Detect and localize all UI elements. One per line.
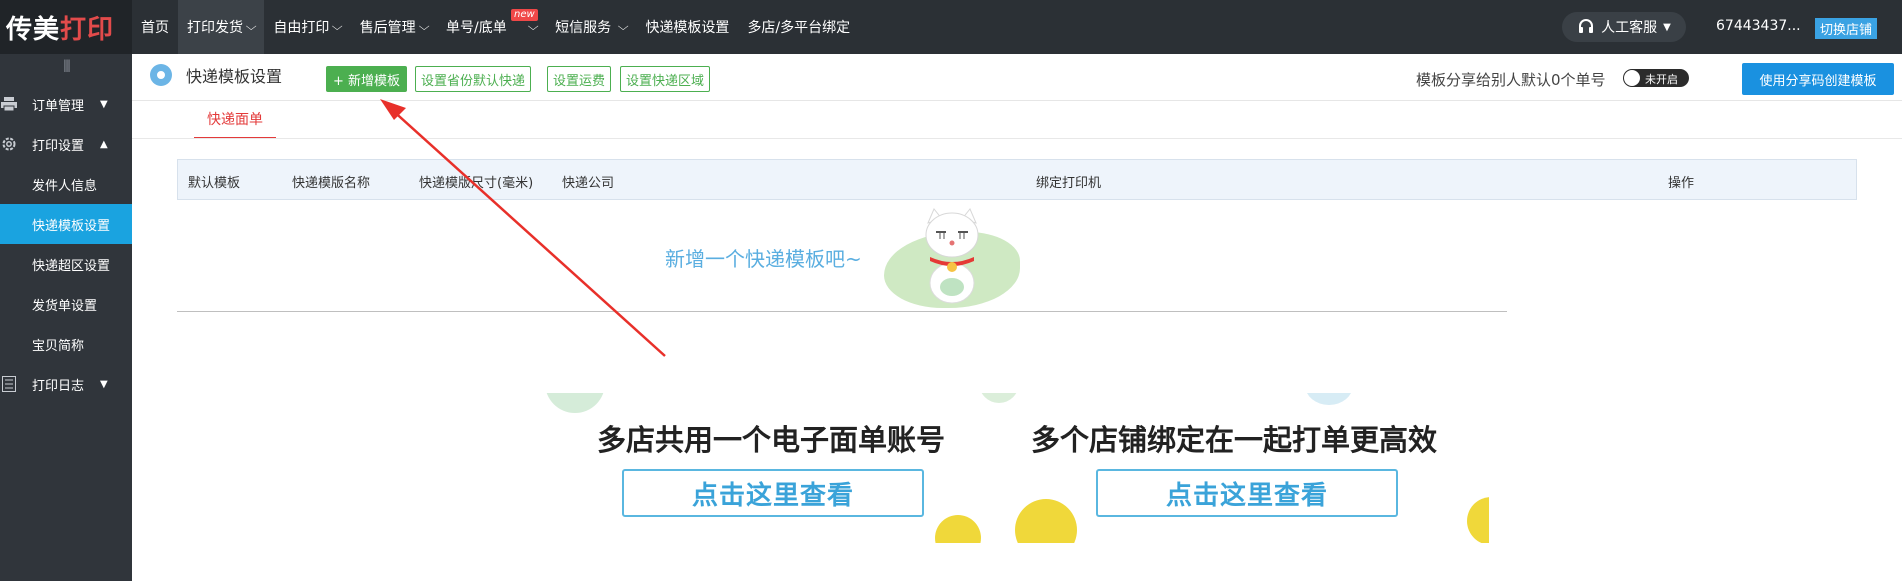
- caret-down-icon: ▼: [1663, 21, 1671, 33]
- nav-sms-service[interactable]: 短信服务 ⌵: [546, 0, 636, 54]
- toggle-knob: [1624, 70, 1640, 86]
- logo-text-accent: 打印: [60, 14, 115, 45]
- main-nav: 首页 打印发货 ⌵ 自由打印 ⌵ 售后管理 ⌵ 单号/底单 new ⌵ 短信服务 ⌵ 快递模…: [132, 0, 859, 54]
- tab-express-waybill[interactable]: 快递面单: [194, 109, 276, 139]
- app-logo[interactable]: 传美 打印: [0, 0, 132, 54]
- sidebar: ||| 订单管理 ▼ 打印设置 ▲ 发件人信息 快递模板设置 快递超区设置 发货…: [0, 54, 132, 581]
- decor-circle: [1467, 497, 1489, 543]
- set-freight-button[interactable]: 设置运费: [547, 66, 612, 92]
- toggle-label: 未开启: [1645, 73, 1678, 86]
- list-icon: [0, 376, 18, 392]
- promo-right-title: 多个店铺绑定在一起打单更高效: [1031, 423, 1438, 457]
- sidebar-group-label: 订单管理: [32, 98, 85, 114]
- sidebar-item-item-alias[interactable]: 宝贝简称: [0, 324, 132, 364]
- lucky-cat-illustration: [925, 208, 979, 304]
- nav-sms-service-label: 短信服务: [555, 20, 612, 36]
- chevron-down-icon: ⌵: [527, 20, 539, 33]
- nav-multi-store-label: 多店/多平台绑定: [747, 20, 851, 36]
- caret-down-icon: ▼: [100, 378, 108, 390]
- nav-tracking-numbers-label: 单号/底单: [446, 20, 507, 36]
- nav-template-settings-label: 快递模板设置: [645, 20, 730, 36]
- nav-after-sales-label: 售后管理: [359, 20, 416, 36]
- sidebar-group-print-log[interactable]: 打印日志 ▼: [0, 364, 132, 404]
- page-title-icon: [150, 64, 172, 86]
- header-divider: [132, 100, 1902, 101]
- page-header: 快递模板设置: [150, 63, 282, 87]
- printer-icon: [0, 97, 18, 111]
- sidebar-group-print-settings[interactable]: 打印设置 ▲: [0, 124, 132, 164]
- switch-shop-button[interactable]: 切换店铺: [1815, 18, 1878, 39]
- promo-left-view-button[interactable]: 点击这里查看: [622, 469, 924, 517]
- chevron-down-icon: ⌵: [245, 20, 257, 33]
- headset-icon: [1579, 19, 1594, 33]
- decor-circle: [935, 515, 981, 543]
- column-header-template-size: 快递模版尺寸(毫米): [419, 176, 534, 191]
- sidebar-group-orders[interactable]: 订单管理 ▼: [0, 84, 132, 124]
- sidebar-collapse-grip[interactable]: |||: [0, 54, 132, 84]
- sidebar-item-template-settings[interactable]: 快递模板设置: [0, 204, 132, 244]
- empty-state-text: 新增一个快递模板吧~: [665, 247, 862, 271]
- tab-divider: [132, 138, 1902, 139]
- decor-circle: [979, 393, 1019, 403]
- nav-after-sales[interactable]: 售后管理 ⌵: [351, 0, 437, 54]
- share-default-count-text: 模板分享给别人默认0个单号: [1416, 71, 1606, 89]
- empty-state-divider: [177, 311, 1507, 312]
- customer-service-button[interactable]: 人工客服 ▼: [1562, 12, 1686, 42]
- sidebar-group-label: 打印设置: [32, 138, 85, 154]
- decor-circle: [1015, 499, 1077, 543]
- caret-down-icon: ▼: [100, 98, 108, 110]
- promo-left-title: 多店共用一个电子面单账号: [597, 423, 946, 457]
- chevron-down-icon: ⌵: [332, 20, 343, 33]
- share-toggle[interactable]: 未开启: [1623, 69, 1689, 87]
- nav-print-ship[interactable]: 打印发货 ⌵: [178, 0, 265, 54]
- set-province-default-courier-button[interactable]: 设置省份默认快递: [415, 66, 532, 92]
- logo-text-main: 传美: [6, 14, 61, 45]
- create-from-share-code-button[interactable]: 使用分享码创建模板: [1742, 63, 1894, 95]
- page-title: 快递模板设置: [186, 67, 283, 86]
- column-header-actions: 操作: [1668, 176, 1695, 191]
- decor-circle: [545, 393, 605, 413]
- sidebar-item-sender-info[interactable]: 发件人信息: [0, 164, 132, 204]
- column-header-courier: 快递公司: [562, 176, 615, 191]
- nav-tracking-numbers[interactable]: 单号/底单 new ⌵: [437, 0, 546, 54]
- nav-template-settings[interactable]: 快递模板设置: [636, 0, 738, 54]
- column-header-default: 默认模板: [188, 176, 241, 191]
- promo-right-view-button[interactable]: 点击这里查看: [1096, 469, 1398, 517]
- decor-circle: [1305, 393, 1353, 405]
- chevron-down-icon: ⌵: [617, 20, 629, 33]
- nav-multi-store[interactable]: 多店/多平台绑定: [738, 0, 859, 54]
- column-header-template-name: 快递模版名称: [292, 176, 371, 191]
- sidebar-item-invoice-settings[interactable]: 发货单设置: [0, 284, 132, 324]
- column-header-printer: 绑定打印机: [1036, 176, 1102, 191]
- add-template-button[interactable]: + 新增模板: [326, 66, 408, 92]
- gear-icon: [0, 136, 18, 152]
- chevron-down-icon: ⌵: [418, 20, 430, 33]
- nav-free-print-label: 自由打印: [273, 20, 330, 36]
- top-navigation-bar: 传美 打印 首页 打印发货 ⌵ 自由打印 ⌵ 售后管理 ⌵ 单号/底单 new ⌵ 短信服务…: [0, 0, 1902, 54]
- sidebar-item-out-of-area[interactable]: 快递超区设置: [0, 244, 132, 284]
- customer-service-label: 人工客服: [1601, 20, 1658, 36]
- account-id[interactable]: 67443437...: [1716, 18, 1801, 34]
- sidebar-group-label: 打印日志: [32, 378, 85, 394]
- caret-up-icon: ▲: [100, 138, 108, 150]
- nav-print-ship-label: 打印发货: [187, 20, 243, 36]
- set-courier-area-button[interactable]: 设置快递区域: [620, 66, 711, 92]
- nav-home-label: 首页: [141, 20, 169, 36]
- promo-banner: 多店共用一个电子面单账号 多个店铺绑定在一起打单更高效 点击这里查看 点击这里查…: [545, 393, 1489, 543]
- template-table-header: 默认模板 快递模版名称 快递模版尺寸(毫米) 快递公司 绑定打印机 操作: [177, 159, 1857, 200]
- nav-home[interactable]: 首页: [132, 0, 178, 54]
- nav-free-print[interactable]: 自由打印 ⌵: [264, 0, 350, 54]
